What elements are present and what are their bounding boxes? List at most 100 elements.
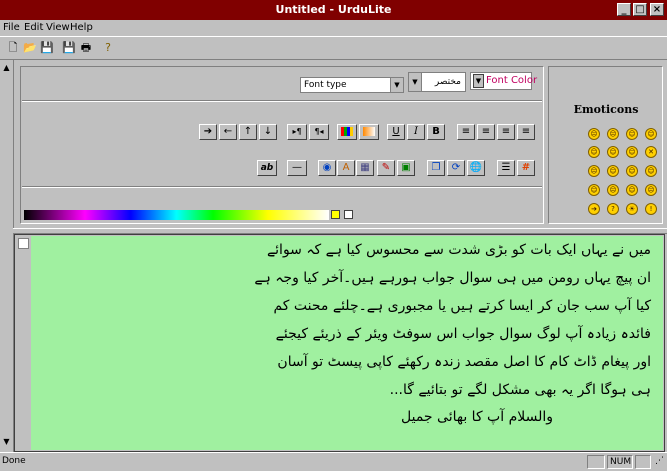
font-type-placeholder: Font type: [304, 80, 347, 90]
smile-emoticon-icon[interactable]: ☺: [626, 165, 638, 177]
exclamation-emoticon-icon[interactable]: !: [645, 203, 657, 215]
save-icon[interactable]: 💾: [39, 40, 55, 56]
list-icon[interactable]: ☰: [497, 160, 515, 176]
editor-line: فائدہ زیادہ آپ لوگ سوال جواب اس سوفٹ ویئ…: [275, 326, 651, 342]
font-size-value: مختصر: [434, 77, 461, 87]
editor-line: اور پیغام ڈاٹ کام کا اصل مقصد زندہ رکھئے…: [277, 354, 651, 370]
horizontal-line-button[interactable]: —: [287, 160, 307, 176]
chevron-down-icon[interactable]: ▼: [409, 73, 422, 91]
font-style-button[interactable]: ab: [257, 160, 277, 176]
menu-help[interactable]: Help: [70, 22, 93, 33]
emoticons-title: Emoticons: [573, 103, 639, 116]
arrow-down-button[interactable]: ↓: [259, 124, 277, 140]
happy-emoticon-icon[interactable]: ☺: [588, 184, 600, 196]
num-lock-indicator: NUM: [607, 455, 633, 469]
scroll-up-icon[interactable]: ▲: [1, 62, 12, 74]
number-sign-icon[interactable]: #: [517, 160, 535, 176]
background-color-swatch[interactable]: [344, 210, 353, 219]
tongue-emoticon-icon[interactable]: ☺: [607, 165, 619, 177]
refresh-icon[interactable]: ⟳: [447, 160, 465, 176]
cool-emoticon-icon[interactable]: ☺: [607, 146, 619, 158]
underline-button[interactable]: U: [387, 124, 405, 140]
color-bars-icon: [341, 127, 353, 136]
editor-line: ہی ہوگا اگر یہ بھی مشکل لگے تو بتائیے گا…: [389, 382, 651, 398]
chevron-down-icon[interactable]: ▼: [390, 78, 403, 92]
arrow-right-button[interactable]: ➔: [199, 124, 217, 140]
window-title: Untitled - UrduLite: [275, 3, 392, 16]
open-folder-icon[interactable]: 📂: [22, 40, 38, 56]
arrow-emoticon-icon[interactable]: ➔: [588, 203, 600, 215]
editor-line: میں نے یہاں ایک بات کو بڑی شدت سے محسوس …: [266, 242, 651, 258]
status-pane-empty: [587, 455, 605, 469]
font-type-select[interactable]: Font type ▼: [300, 77, 404, 93]
dead-emoticon-icon[interactable]: ✕: [645, 146, 657, 158]
scroll-down-icon[interactable]: ▼: [1, 436, 12, 448]
editor-margin-box: [18, 238, 29, 249]
ltr-paragraph-button[interactable]: ▸¶: [287, 124, 307, 140]
align-center-button[interactable]: ≡: [477, 124, 495, 140]
globe-icon[interactable]: 🌐: [467, 160, 485, 176]
table-icon[interactable]: ▦: [356, 160, 374, 176]
laugh-emoticon-icon[interactable]: ☺: [645, 165, 657, 177]
font-color-select[interactable]: ▼ Font Color: [470, 72, 537, 90]
arrow-up-button[interactable]: ↑: [239, 124, 257, 140]
gradient-icon: [363, 127, 375, 136]
font-size-select[interactable]: ▼ مختصر: [408, 72, 466, 92]
smile-emoticon-icon[interactable]: ☹: [588, 128, 600, 140]
italic-button[interactable]: I: [407, 124, 425, 140]
sad-emoticon-icon[interactable]: ☹: [607, 128, 619, 140]
mad-emoticon-icon[interactable]: ☹: [607, 184, 619, 196]
idea-emoticon-icon[interactable]: ☀: [626, 203, 638, 215]
editor-line: ان پیچ یہاں رومن میں ہی سوال جواب ہورہے …: [254, 270, 651, 286]
panel-divider: [22, 100, 542, 102]
editor-line: کیا آپ سب جان کر ایسا کرتے ہیں یا مجبوری…: [273, 298, 651, 314]
help-icon[interactable]: ?: [100, 40, 116, 56]
question-emoticon-icon[interactable]: ?: [607, 203, 619, 215]
smile-emoticon-icon[interactable]: ☺: [626, 128, 638, 140]
print-icon[interactable]: 🖶: [78, 40, 94, 56]
confused-emoticon-icon[interactable]: ☹: [588, 165, 600, 177]
neutral-emoticon-icon[interactable]: ☺: [626, 146, 638, 158]
grin-emoticon-icon[interactable]: ☺: [588, 146, 600, 158]
font-color-label: Font Color: [486, 75, 538, 86]
new-file-icon[interactable]: 🗋: [5, 40, 21, 56]
justify-button[interactable]: ≡: [517, 124, 535, 140]
emoticons-panel: [548, 66, 663, 224]
align-right-button[interactable]: ≡: [497, 124, 515, 140]
bold-button[interactable]: B: [427, 124, 445, 140]
maximize-button[interactable]: □: [633, 3, 647, 16]
text-editor[interactable]: میں نے یہاں ایک بات کو بڑی شدت سے محسوس …: [31, 236, 663, 450]
arrow-left-button[interactable]: ←: [219, 124, 237, 140]
close-button[interactable]: ×: [650, 3, 664, 16]
devil-emoticon-icon[interactable]: ☹: [645, 184, 657, 196]
status-text: Done: [2, 456, 26, 466]
editor-line: والسلام آپ کا بھائی جمیل: [401, 409, 553, 425]
menu-edit[interactable]: Edit: [24, 22, 43, 33]
cat-emoticon-icon[interactable]: ☺: [626, 184, 638, 196]
eye-icon[interactable]: ◉: [318, 160, 336, 176]
vertical-scrollbar[interactable]: ▲ ▼: [0, 60, 14, 452]
highlight-button[interactable]: [359, 124, 379, 140]
title-bar: Untitled - UrduLite _ □ ×: [0, 0, 667, 20]
menu-view[interactable]: View: [46, 22, 70, 33]
menu-bar: File Edit View Help: [0, 20, 667, 36]
text-color-button[interactable]: [337, 124, 357, 140]
main-toolbar: 🗋 📂 💾 💾 🖶 ?: [0, 36, 667, 60]
panel-divider: [22, 186, 542, 188]
menu-file[interactable]: File: [3, 22, 20, 33]
edit-image-icon[interactable]: ✎: [377, 160, 395, 176]
rtl-paragraph-button[interactable]: ¶◂: [309, 124, 329, 140]
status-pane-empty: [635, 455, 651, 469]
wink-emoticon-icon[interactable]: ☺: [645, 128, 657, 140]
align-left-button[interactable]: ≡: [457, 124, 475, 140]
color-spectrum[interactable]: [24, 210, 329, 220]
copy-icon[interactable]: ❐: [427, 160, 445, 176]
image-icon[interactable]: ▣: [397, 160, 415, 176]
current-color-swatch[interactable]: [331, 210, 340, 219]
resize-grip-icon[interactable]: ⋰: [653, 455, 665, 469]
status-bar: Done NUM ⋰: [0, 452, 667, 471]
save-as-icon[interactable]: 💾: [61, 40, 77, 56]
minimize-button[interactable]: _: [617, 3, 631, 16]
font-icon[interactable]: A: [337, 160, 355, 176]
chevron-down-icon[interactable]: ▼: [473, 74, 484, 88]
